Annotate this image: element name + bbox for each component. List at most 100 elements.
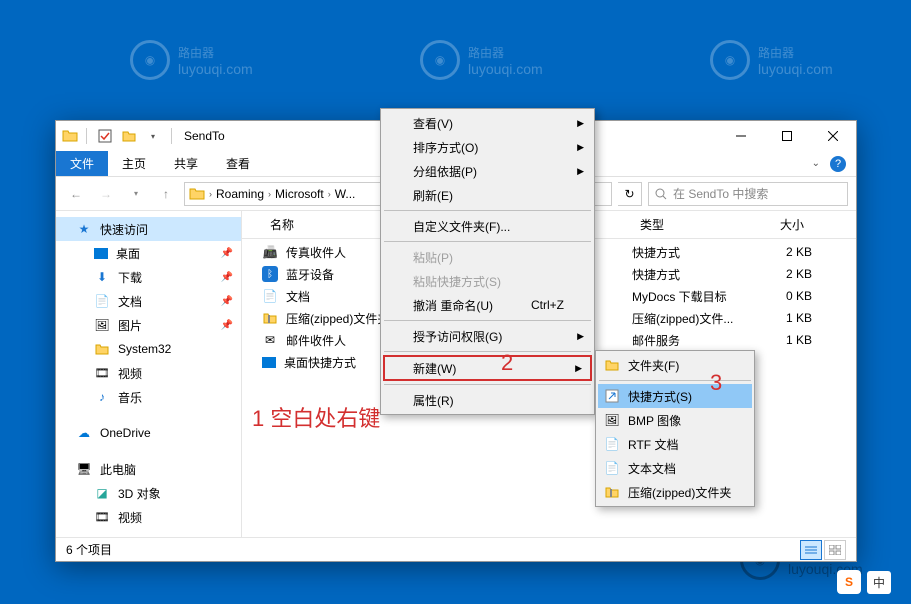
menu-new[interactable]: 新建(W)▶ (383, 355, 592, 381)
context-submenu-new: 文件夹(F) 快捷方式(S) 🖼BMP 图像 📄RTF 文档 📄文本文档 压缩(… (595, 350, 755, 507)
breadcrumb-item[interactable]: Microsoft (275, 187, 324, 201)
sidebar-item-pictures[interactable]: 🖼 图片📌 (56, 313, 241, 337)
sidebar-quick-access[interactable]: ★ 快速访问 (56, 217, 241, 241)
menu-new-bmp[interactable]: 🖼BMP 图像 (598, 408, 752, 432)
details-view-icon[interactable] (800, 540, 822, 560)
window-title: SendTo (184, 129, 225, 143)
ime-mode: 中 (867, 571, 891, 594)
up-button[interactable]: ↑ (154, 182, 178, 206)
menu-paste-shortcut: 粘贴快捷方式(S) (383, 269, 592, 293)
col-size[interactable]: 大小 (752, 216, 812, 233)
sidebar-thispc[interactable]: 🖥 此电脑 (56, 457, 241, 481)
sidebar-item-documents[interactable]: 📄 文档📌 (56, 289, 241, 313)
tab-share[interactable]: 共享 (160, 151, 212, 176)
rtf-icon: 📄 (604, 436, 620, 452)
tab-home[interactable]: 主页 (108, 151, 160, 176)
col-type[interactable]: 类型 (632, 216, 752, 233)
menu-sort[interactable]: 排序方式(O)▶ (383, 135, 592, 159)
menu-refresh[interactable]: 刷新(E) (383, 183, 592, 207)
qat-checkbox-icon[interactable] (95, 126, 115, 146)
menu-paste: 粘贴(P) (383, 245, 592, 269)
pin-icon: 📌 (221, 248, 233, 259)
menu-separator (384, 351, 591, 352)
sidebar: ★ 快速访问 桌面📌 ⬇ 下载📌 📄 文档📌 🖼 图片📌 (56, 211, 242, 537)
mail-icon: ✉ (262, 332, 278, 348)
qat-dropdown-icon[interactable]: ▾ (143, 126, 163, 146)
ribbon-expand-icon[interactable]: ⌄ (812, 158, 820, 169)
desktop-icon (262, 357, 276, 368)
sogou-icon: S (837, 570, 861, 594)
sidebar-item-desktop[interactable]: 桌面📌 (56, 241, 241, 265)
breadcrumb-item[interactable]: W... (335, 187, 356, 201)
bluetooth-icon: ᛒ (262, 266, 278, 282)
sidebar-item-downloads[interactable]: ⬇ 下载📌 (56, 265, 241, 289)
qat-folder-icon[interactable] (119, 126, 139, 146)
menu-separator (384, 384, 591, 385)
menu-new-zip[interactable]: 压缩(zipped)文件夹 (598, 480, 752, 504)
watermark: ◉ 路由器luyouqi.com (710, 40, 833, 80)
document-icon: 📄 (262, 288, 278, 304)
cloud-icon: ☁ (76, 425, 92, 441)
recent-button[interactable]: ▾ (124, 182, 148, 206)
3d-icon: ◪ (94, 485, 110, 501)
menu-view[interactable]: 查看(V)▶ (383, 111, 592, 135)
menu-separator (599, 380, 751, 381)
watermark: ◉ 路由器luyouqi.com (130, 40, 253, 80)
sidebar-item-videos2[interactable]: 🎞 视频 (56, 505, 241, 529)
shortcut-icon (604, 388, 620, 404)
star-icon: ★ (76, 221, 92, 237)
breadcrumb-item[interactable]: Roaming (216, 187, 264, 201)
menu-customize[interactable]: 自定义文件夹(F)... (383, 214, 592, 238)
sidebar-item-music[interactable]: ♪ 音乐 (56, 385, 241, 409)
menu-separator (384, 210, 591, 211)
folder-icon (62, 128, 78, 144)
minimize-button[interactable] (718, 121, 764, 151)
pictures-icon: 🖼 (94, 317, 110, 333)
pin-icon: 📌 (221, 296, 233, 307)
menu-properties[interactable]: 属性(R) (383, 388, 592, 412)
music-icon: ♪ (94, 389, 110, 405)
help-icon[interactable]: ? (830, 156, 846, 172)
back-button[interactable]: ← (64, 182, 88, 206)
download-icon: ⬇ (94, 269, 110, 285)
zip-icon (262, 310, 278, 326)
refresh-button[interactable]: ↻ (618, 182, 642, 206)
bmp-icon: 🖼 (604, 412, 620, 428)
zip-icon (604, 484, 620, 500)
maximize-button[interactable] (764, 121, 810, 151)
menu-new-folder[interactable]: 文件夹(F) (598, 353, 752, 377)
pc-icon: 🖥 (76, 461, 92, 477)
fax-icon: 📠 (262, 244, 278, 260)
video-icon: 🎞 (94, 365, 110, 381)
menu-separator (384, 241, 591, 242)
status-text: 6 个项目 (66, 541, 112, 558)
video-icon: 🎞 (94, 509, 110, 525)
ime-indicator[interactable]: S 中 (837, 570, 891, 594)
menu-new-shortcut[interactable]: 快捷方式(S) (598, 384, 752, 408)
menu-undo[interactable]: 撤消 重命名(U)Ctrl+Z (383, 293, 592, 317)
pin-icon: 📌 (221, 320, 233, 331)
sidebar-item-3d[interactable]: ◪ 3D 对象 (56, 481, 241, 505)
menu-separator (384, 320, 591, 321)
sidebar-onedrive[interactable]: ☁ OneDrive (56, 421, 241, 445)
sidebar-item-system32[interactable]: System32 (56, 337, 241, 361)
forward-button[interactable]: → (94, 182, 118, 206)
folder-icon (189, 186, 205, 202)
folder-icon (604, 357, 620, 373)
menu-new-txt[interactable]: 📄文本文档 (598, 456, 752, 480)
sidebar-item-videos[interactable]: 🎞 视频 (56, 361, 241, 385)
menu-grant[interactable]: 授予访问权限(G)▶ (383, 324, 592, 348)
tab-file[interactable]: 文件 (56, 151, 108, 176)
context-menu: 查看(V)▶ 排序方式(O)▶ 分组依据(P)▶ 刷新(E) 自定义文件夹(F)… (380, 108, 595, 415)
close-button[interactable] (810, 121, 856, 151)
menu-new-rtf[interactable]: 📄RTF 文档 (598, 432, 752, 456)
pin-icon: 📌 (221, 272, 233, 283)
statusbar: 6 个项目 (56, 537, 856, 561)
txt-icon: 📄 (604, 460, 620, 476)
search-input[interactable]: 在 SendTo 中搜索 (648, 182, 848, 206)
document-icon: 📄 (94, 293, 110, 309)
icons-view-icon[interactable] (824, 540, 846, 560)
tab-view[interactable]: 查看 (212, 151, 264, 176)
menu-group[interactable]: 分组依据(P)▶ (383, 159, 592, 183)
search-icon (655, 188, 667, 200)
